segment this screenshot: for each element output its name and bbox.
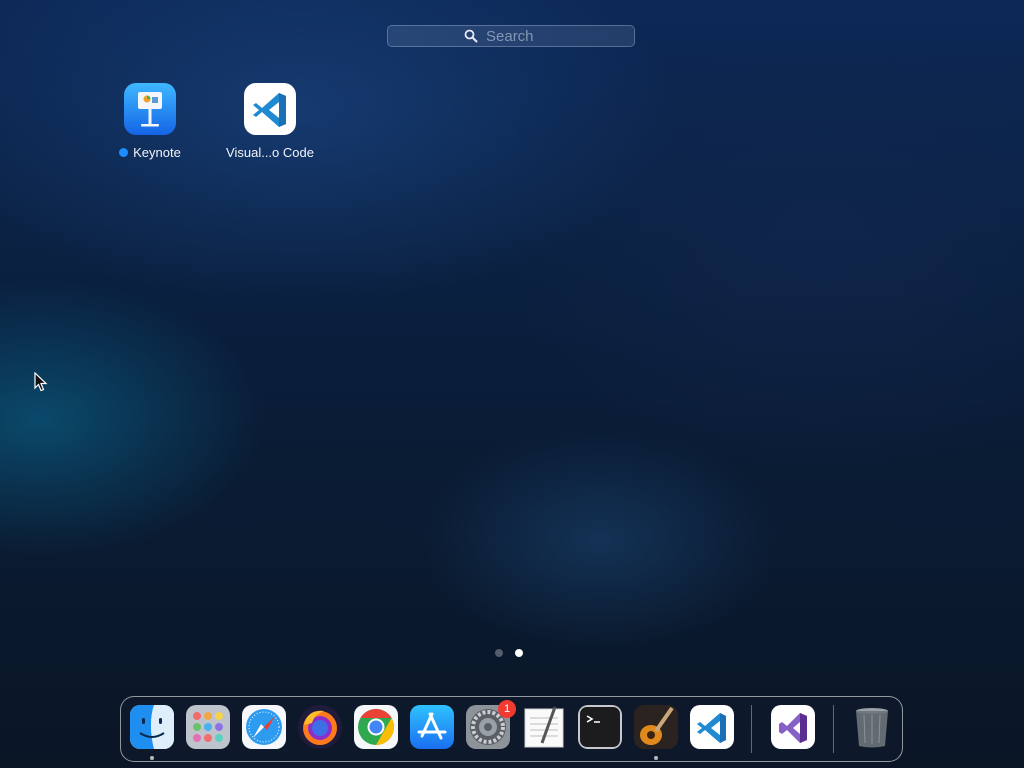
- page-dot-2-active[interactable]: [515, 649, 523, 657]
- search-field[interactable]: [387, 25, 635, 47]
- launchpad-icon: [186, 705, 230, 749]
- visual-studio-icon: [771, 705, 815, 749]
- app-store-icon: [410, 705, 454, 749]
- dock: 1: [120, 696, 903, 762]
- dock-item-chrome[interactable]: [354, 705, 398, 749]
- keynote-icon[interactable]: [124, 83, 176, 135]
- safari-icon: [242, 705, 286, 749]
- garageband-icon: [634, 705, 678, 749]
- running-indicator: [150, 756, 154, 760]
- textedit-icon: [522, 705, 566, 749]
- dock-item-app-store[interactable]: [410, 705, 454, 749]
- magnifying-glass-icon: [464, 29, 478, 43]
- mouse-pointer-icon: [34, 372, 48, 392]
- finder-icon: [130, 705, 174, 749]
- dock-item-firefox[interactable]: [298, 705, 342, 749]
- dock-item-safari[interactable]: [242, 705, 286, 749]
- running-indicator: [654, 756, 658, 760]
- dock-item-garageband[interactable]: [634, 705, 678, 760]
- chrome-icon: [354, 705, 398, 749]
- page-indicator: [495, 649, 523, 657]
- vscode-icon[interactable]: [244, 83, 296, 135]
- dock-item-terminal[interactable]: [578, 705, 622, 749]
- dock-item-system-preferences[interactable]: 1: [466, 700, 516, 749]
- firefox-icon: [298, 705, 342, 749]
- dock-item-finder[interactable]: [130, 705, 174, 760]
- trash-icon: [850, 705, 894, 749]
- dock-item-launchpad[interactable]: [186, 705, 230, 749]
- app-label: Keynote: [133, 145, 181, 160]
- launchpad-screen[interactable]: Keynote Visual...o Code: [0, 0, 1024, 768]
- notification-badge: 1: [498, 700, 516, 718]
- dock-separator: [833, 705, 834, 753]
- search-input[interactable]: [484, 26, 558, 46]
- dock-item-visual-studio[interactable]: [771, 705, 815, 749]
- page-dot-1[interactable]: [495, 649, 503, 657]
- app-keynote[interactable]: Keynote: [90, 83, 210, 160]
- dock-item-visual-studio-code[interactable]: [690, 705, 734, 749]
- new-app-indicator: [119, 148, 129, 157]
- vscode-icon: [690, 705, 734, 749]
- app-label-row: Keynote: [90, 145, 210, 160]
- dock-item-textedit[interactable]: [522, 705, 566, 749]
- app-visual-studio-code[interactable]: Visual...o Code: [210, 83, 330, 160]
- app-label-row: Visual...o Code: [210, 145, 330, 160]
- app-label: Visual...o Code: [226, 145, 314, 160]
- dock-separator: [751, 705, 752, 753]
- dock-item-trash[interactable]: [850, 705, 894, 749]
- terminal-icon: [578, 705, 622, 749]
